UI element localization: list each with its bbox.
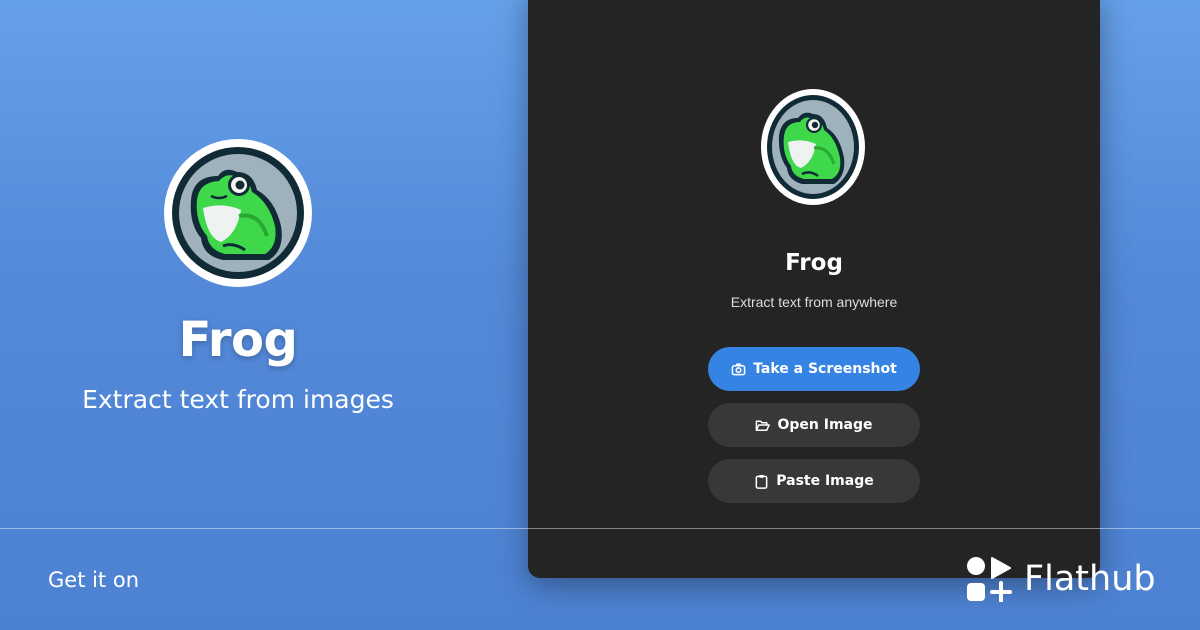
app-window-preview: Frog Extract text from anywhere Take a S… <box>528 0 1100 578</box>
hero-app-name: Frog <box>178 312 298 368</box>
paste-image-label: Paste Image <box>776 473 874 489</box>
paste-image-button[interactable]: Paste Image <box>708 459 920 503</box>
camera-icon <box>731 362 746 375</box>
take-screenshot-label: Take a Screenshot <box>753 361 897 377</box>
get-it-on-text: Get it on <box>48 568 140 592</box>
take-screenshot-button[interactable]: Take a Screenshot <box>708 347 920 391</box>
hero-tagline: Extract text from images <box>82 385 394 414</box>
hero-frog-logo <box>163 138 313 288</box>
window-app-subtitle: Extract text from anywhere <box>730 294 898 310</box>
frog-logo-icon <box>164 139 312 287</box>
frog-logo-icon <box>761 89 865 205</box>
footer-divider <box>0 528 1200 529</box>
flathub-label: Flathub <box>1024 559 1156 599</box>
flathub-badge[interactable]: Flathub <box>966 556 1156 602</box>
window-app-title: Frog <box>785 250 843 276</box>
open-image-button[interactable]: Open Image <box>708 403 920 447</box>
folder-open-icon <box>756 420 771 431</box>
clipboard-icon <box>755 474 768 489</box>
open-image-label: Open Image <box>777 417 873 433</box>
flathub-logo-icon <box>967 557 1012 602</box>
window-frog-logo <box>760 88 866 206</box>
